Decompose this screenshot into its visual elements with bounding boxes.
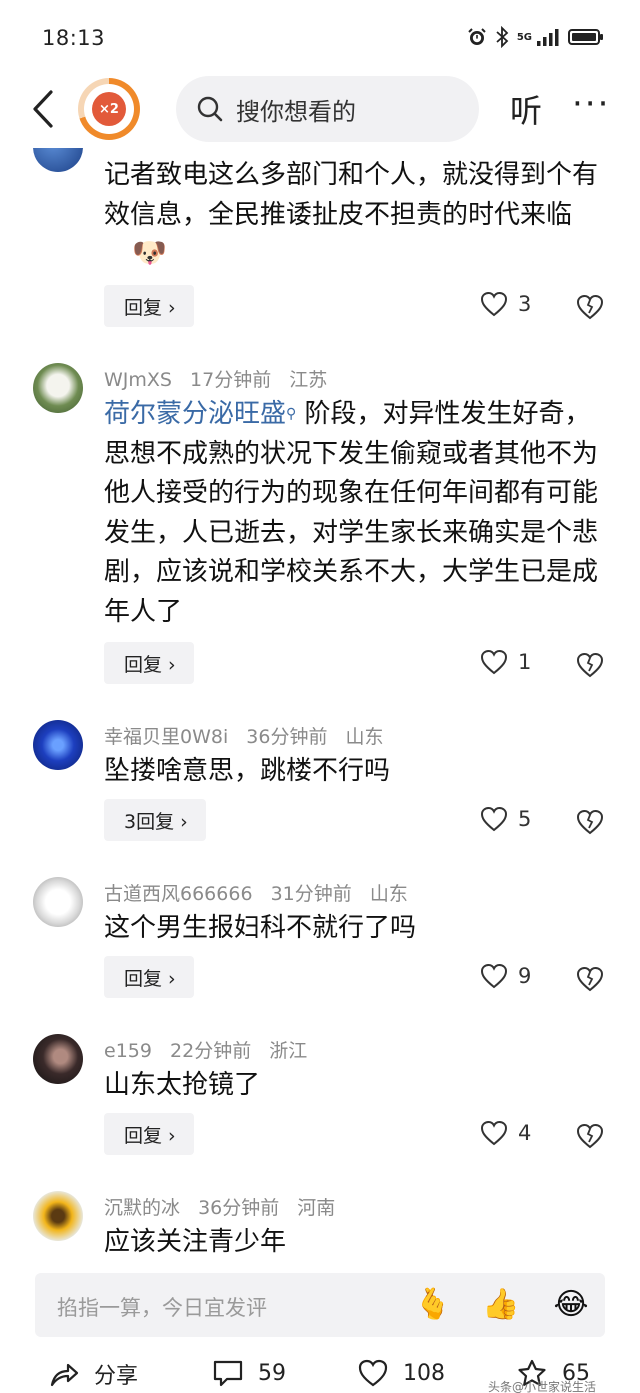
comment-text: 山东太抢镜了 xyxy=(104,1070,261,1100)
top-nav-bar: ×2 搜你想看的 听 ··· xyxy=(0,72,640,148)
status-time: 18:13 xyxy=(42,26,106,50)
comment-location: 浙江 xyxy=(269,1040,308,1062)
reply-button[interactable]: 回复 › xyxy=(104,1113,194,1155)
comment-location: 山东 xyxy=(369,883,408,905)
comment-time: 31分钟前 xyxy=(270,883,352,905)
commenter-avatar[interactable] xyxy=(33,1191,83,1241)
like-button[interactable]: 4 xyxy=(480,1120,531,1146)
like-post-button[interactable]: 108 xyxy=(357,1358,445,1388)
heart-icon xyxy=(480,649,508,675)
like-count: 5 xyxy=(518,807,532,831)
more-options-button[interactable]: ··· xyxy=(572,84,610,124)
comment-time: 17分钟前 xyxy=(190,369,272,391)
comment-text: 荷尔蒙分泌旺盛⚲ 阶段，对异性发生好奇，思想不成熟的状况下发生偷窥或者其他不为他… xyxy=(104,399,599,627)
comment-location: 河南 xyxy=(297,1197,336,1219)
laughing-emoji-icon[interactable]: 😂 xyxy=(551,1285,591,1325)
comment-location: 山东 xyxy=(345,726,384,748)
dislike-icon[interactable] xyxy=(575,806,605,836)
comment-meta: 沉默的冰 36分钟前 河南 xyxy=(104,1193,347,1220)
commenter-name[interactable]: e159 xyxy=(104,1040,152,1062)
heart-icon xyxy=(480,806,508,832)
comment-meta: 幸福贝里0W8i 36分钟前 山东 xyxy=(104,722,396,749)
commenter-avatar[interactable] xyxy=(33,877,83,927)
bonus-badge-icon: ×2 xyxy=(92,92,126,126)
comment-text: 记者致电这么多部门和个人，就没得到个有效信息，全民推诿扯皮不担责的时代来临 xyxy=(104,160,599,230)
hashtag-link[interactable]: 荷尔蒙分泌旺盛 xyxy=(104,399,286,429)
comment-list: 记者致电这么多部门和个人，就没得到个有效信息，全民推诿扯皮不担责的时代来临 🐶 … xyxy=(0,148,640,1268)
comment-location: 江苏 xyxy=(289,369,328,391)
like-count: 9 xyxy=(518,964,532,988)
comment-time: 36分钟前 xyxy=(246,726,328,748)
comment-meta: 古道西风666666 31分钟前 山东 xyxy=(104,879,420,906)
search-input[interactable]: 搜你想看的 xyxy=(176,76,479,142)
commenter-name[interactable]: WJmXS xyxy=(104,369,172,391)
heart-icon xyxy=(480,963,508,989)
reply-button[interactable]: 3回复 › xyxy=(104,799,206,841)
comment-text: 应该关注青少年 xyxy=(104,1227,287,1257)
comment-item: WJmXS 17分钟前 江苏 荷尔蒙分泌旺盛⚲ 阶段，对异性发生好奇，思想不成熟… xyxy=(0,353,640,710)
comment-text: 这个男生报妇科不就行了吗 xyxy=(104,913,417,943)
reply-button[interactable]: 回复 › xyxy=(104,285,194,327)
comment-text: 坠搂啥意思，跳楼不行吗 xyxy=(104,756,391,786)
comment-time: 22分钟前 xyxy=(170,1040,252,1062)
commenter-avatar[interactable] xyxy=(33,148,83,172)
dislike-icon[interactable] xyxy=(575,291,605,321)
commenter-avatar[interactable] xyxy=(33,720,83,770)
comments-count: 59 xyxy=(258,1360,286,1386)
commenter-avatar[interactable] xyxy=(33,363,83,413)
comment-meta: WJmXS 17分钟前 江苏 xyxy=(104,365,339,392)
like-button[interactable]: 1 xyxy=(480,649,531,675)
battery-icon xyxy=(568,29,603,45)
search-placeholder: 搜你想看的 xyxy=(236,97,356,126)
likes-count: 108 xyxy=(403,1360,445,1386)
status-bar: 18:13 5G xyxy=(0,0,640,72)
like-count: 3 xyxy=(518,292,532,316)
comment-bubble-icon xyxy=(213,1360,243,1387)
status-icons: 5G xyxy=(467,26,604,48)
user-avatar-badge[interactable]: ×2 xyxy=(78,78,140,140)
comment-item: 古道西风666666 31分钟前 山东 这个男生报妇科不就行了吗 回复 › 9 xyxy=(0,867,640,1024)
signal-icon xyxy=(537,29,559,46)
search-icon xyxy=(197,96,223,122)
commenter-name[interactable]: 幸福贝里0W8i xyxy=(104,726,228,748)
comment-item: 沉默的冰 36分钟前 河南 应该关注青少年 xyxy=(0,1181,640,1268)
thumbs-up-emoji-icon[interactable]: 👍 xyxy=(481,1285,521,1325)
listen-button[interactable]: 听 xyxy=(510,86,542,132)
comment-item: e159 22分钟前 浙江 山东太抢镜了 回复 › 4 xyxy=(0,1024,640,1181)
share-button[interactable]: 分享 xyxy=(48,1358,138,1390)
reply-button[interactable]: 回复 › xyxy=(104,956,194,998)
comments-button[interactable]: 59 xyxy=(212,1358,286,1388)
finger-heart-emoji-icon[interactable]: 🫰 xyxy=(413,1285,453,1325)
back-arrow-icon[interactable] xyxy=(26,86,62,132)
heart-icon xyxy=(480,291,508,317)
watermark: 头条@小世家说生活 xyxy=(488,1380,597,1393)
commenter-name[interactable]: 沉默的冰 xyxy=(104,1197,180,1219)
share-icon xyxy=(50,1363,79,1387)
network-type-label: 5G xyxy=(516,31,532,43)
like-button[interactable]: 9 xyxy=(480,963,531,989)
comment-item: 幸福贝里0W8i 36分钟前 山东 坠搂啥意思，跳楼不行吗 3回复 › 5 xyxy=(0,710,640,867)
heart-icon xyxy=(358,1359,388,1387)
share-label: 分享 xyxy=(94,1364,139,1389)
doge-emoji-icon: 🐶 xyxy=(132,236,167,269)
dislike-icon[interactable] xyxy=(575,1120,605,1150)
bluetooth-icon xyxy=(496,26,509,48)
like-button[interactable]: 5 xyxy=(480,806,531,832)
comment-input[interactable]: 掐指一算，今日宜发评 🫰 👍 😂 xyxy=(35,1273,605,1337)
like-button[interactable]: 3 xyxy=(480,291,531,317)
dislike-icon[interactable] xyxy=(575,649,605,679)
alarm-icon xyxy=(468,28,486,45)
heart-icon xyxy=(480,1120,508,1146)
like-count: 1 xyxy=(518,650,532,674)
reply-button[interactable]: 回复 › xyxy=(104,642,194,684)
comment-meta: e159 22分钟前 浙江 xyxy=(104,1036,319,1063)
comment-input-placeholder: 掐指一算，今日宜发评 xyxy=(57,1296,267,1320)
commenter-avatar[interactable] xyxy=(33,1034,83,1084)
commenter-name[interactable]: 古道西风666666 xyxy=(104,883,253,905)
comment-item: 记者致电这么多部门和个人，就没得到个有效信息，全民推诿扯皮不担责的时代来临 🐶 … xyxy=(0,148,640,353)
like-count: 4 xyxy=(518,1121,532,1145)
comment-time: 36分钟前 xyxy=(198,1197,280,1219)
search-link-icon: ⚲ xyxy=(286,406,297,422)
dislike-icon[interactable] xyxy=(575,963,605,993)
